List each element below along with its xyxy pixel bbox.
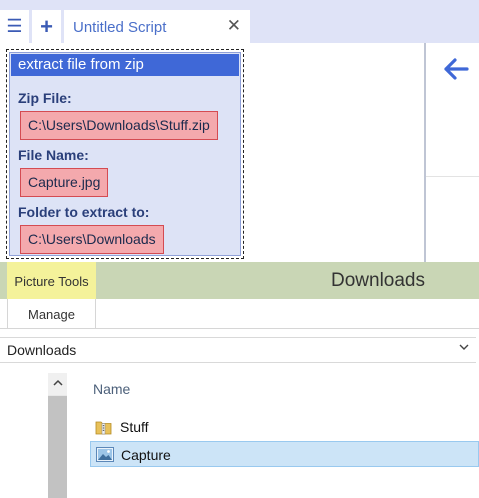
address-path[interactable]: Downloads [7,342,76,358]
right-pane [426,43,479,262]
chevron-down-icon[interactable] [458,341,470,356]
file-name-field[interactable]: Capture.jpg [20,168,109,197]
column-header-name[interactable]: Name [93,381,130,397]
folder-label: Folder to extract to: [18,204,150,220]
address-bar[interactable]: Downloads [0,337,476,363]
zip-file-label: Zip File: [18,90,72,106]
divider [426,176,479,177]
editor-tabstrip: ☰ + Untitled Script ✕ [0,0,479,43]
file-name-label: File Name: [18,147,89,163]
list-item-selected[interactable]: Capture [90,441,479,467]
ribbon-tabs: Manage [0,299,479,329]
zip-file-field[interactable]: C:\Users\Downloads\Stuff.zip [20,111,218,140]
block-header[interactable]: extract file from zip [11,54,239,76]
image-file-icon [96,447,114,462]
picture-tools-group[interactable]: Picture Tools [7,262,96,299]
plus-icon[interactable]: + [32,10,62,43]
script-canvas: extract file from zip Zip File: C:\Users… [0,43,479,262]
zip-folder-icon [95,419,112,435]
window-title: Downloads [331,270,425,291]
tab-manage[interactable]: Manage [7,299,96,329]
folder-field[interactable]: C:\Users\Downloads [20,225,164,254]
tab-title: Untitled Script [73,19,167,36]
file-name: Stuff [120,419,149,435]
tab-untitled-script[interactable]: Untitled Script ✕ [64,10,250,43]
close-icon[interactable]: ✕ [227,16,241,36]
back-arrow-icon[interactable] [443,57,469,88]
hamburger-icon[interactable]: ☰ [0,10,30,43]
file-name: Capture [121,447,171,463]
scroll-up-icon[interactable] [48,373,67,395]
nav-scrollbar-thumb[interactable] [48,396,67,498]
block-selection-frame[interactable]: extract file from zip Zip File: C:\Users… [6,49,244,259]
extract-zip-block[interactable]: extract file from zip Zip File: C:\Users… [9,52,241,256]
screen: ☰ + Untitled Script ✕ extract file from … [0,0,479,498]
list-item[interactable]: Stuff [90,414,479,440]
